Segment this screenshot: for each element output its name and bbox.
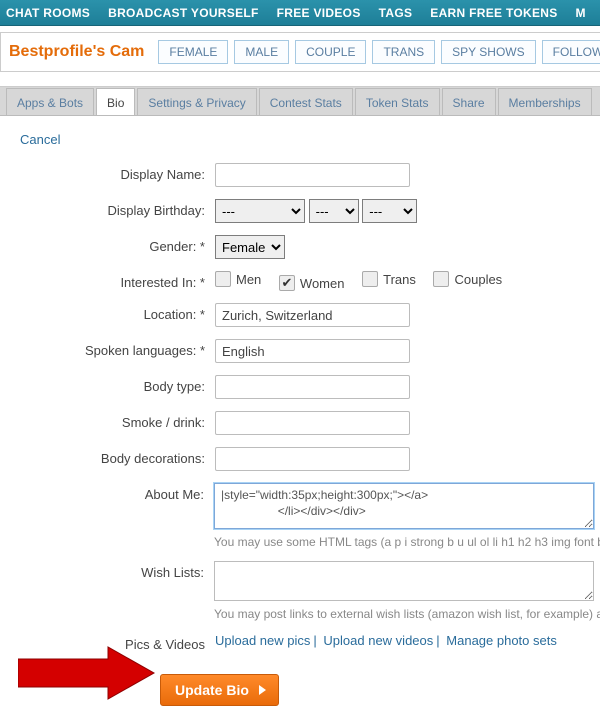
checkbox-label-women: Women (300, 276, 345, 291)
checkbox-couples[interactable] (433, 271, 449, 287)
cam-header: Bestprofile's Cam FEMALE MALE COUPLE TRA… (0, 32, 600, 72)
tab-apps-bots[interactable]: Apps & Bots (6, 88, 94, 116)
checkbox-label-trans: Trans (383, 272, 416, 287)
label-wish-lists: Wish Lists: (0, 561, 214, 580)
display-name-input[interactable] (215, 163, 410, 187)
pill-followed[interactable]: FOLLOWED (542, 40, 600, 64)
birthday-year-select[interactable]: --- (362, 199, 417, 223)
label-gender: Gender: * (0, 235, 215, 254)
nav-more[interactable]: M (576, 6, 586, 20)
pill-female[interactable]: FEMALE (158, 40, 228, 64)
checkbox-men[interactable] (215, 271, 231, 287)
arrow-icon (18, 645, 158, 701)
label-interested-in: Interested In: * (0, 271, 215, 290)
nav-broadcast-yourself[interactable]: BROADCAST YOURSELF (108, 6, 259, 20)
nav-chat-rooms[interactable]: CHAT ROOMS (6, 6, 90, 20)
tab-memberships[interactable]: Memberships (498, 88, 592, 116)
smoke-drink-input[interactable] (215, 411, 410, 435)
checkbox-label-couples: Couples (454, 272, 502, 287)
nav-tags[interactable]: TAGS (379, 6, 413, 20)
upload-videos-link[interactable]: Upload new videos (323, 633, 433, 648)
bio-form: Display Name: Display Birthday: --- --- … (0, 163, 600, 706)
label-about-me: About Me: (0, 483, 214, 502)
tab-settings-privacy[interactable]: Settings & Privacy (137, 88, 256, 116)
label-smoke-drink: Smoke / drink: (0, 411, 215, 430)
tab-token-stats[interactable]: Token Stats (355, 88, 440, 116)
cam-title: Bestprofile's Cam (9, 43, 144, 61)
checkbox-trans[interactable] (362, 271, 378, 287)
label-display-name: Display Name: (0, 163, 215, 182)
body-type-input[interactable] (215, 375, 410, 399)
checkbox-label-men: Men (236, 272, 261, 287)
tab-contest-stats[interactable]: Contest Stats (259, 88, 353, 116)
pill-couple[interactable]: COUPLE (295, 40, 366, 64)
update-bio-button[interactable]: Update Bio (160, 674, 279, 706)
nav-free-videos[interactable]: FREE VIDEOS (277, 6, 361, 20)
chevron-right-icon (259, 685, 266, 695)
birthday-month-select[interactable]: --- (215, 199, 305, 223)
about-me-hint: You may use some HTML tags (a p i strong… (214, 535, 600, 549)
label-body-decorations: Body decorations: (0, 447, 215, 466)
nav-earn-free-tokens[interactable]: EARN FREE TOKENS (430, 6, 557, 20)
gender-select[interactable]: Female (215, 235, 285, 259)
tabs: Apps & Bots Bio Settings & Privacy Conte… (0, 86, 600, 116)
pill-male[interactable]: MALE (234, 40, 289, 64)
upload-pics-link[interactable]: Upload new pics (215, 633, 310, 648)
wish-lists-hint: You may post links to external wish list… (214, 607, 600, 621)
tab-share[interactable]: Share (442, 88, 496, 116)
label-spoken-languages: Spoken languages: * (0, 339, 215, 358)
pill-trans[interactable]: TRANS (372, 40, 435, 64)
checkbox-women[interactable]: ✔ (279, 275, 295, 291)
manage-photo-sets-link[interactable]: Manage photo sets (446, 633, 557, 648)
location-input[interactable] (215, 303, 410, 327)
cancel-link[interactable]: Cancel (20, 132, 60, 147)
pill-spy-shows[interactable]: SPY SHOWS (441, 40, 535, 64)
about-me-textarea[interactable] (214, 483, 594, 529)
top-nav: CHAT ROOMS BROADCAST YOURSELF FREE VIDEO… (0, 0, 600, 26)
body-decorations-input[interactable] (215, 447, 410, 471)
update-bio-label: Update Bio (175, 682, 249, 698)
pics-videos-links: Upload new pics| Upload new videos| Mana… (215, 633, 600, 648)
label-location: Location: * (0, 303, 215, 322)
tab-bio[interactable]: Bio (96, 88, 135, 116)
birthday-day-select[interactable]: --- (309, 199, 359, 223)
spoken-languages-input[interactable] (215, 339, 410, 363)
wish-lists-textarea[interactable] (214, 561, 594, 601)
label-display-birthday: Display Birthday: (0, 199, 215, 218)
label-body-type: Body type: (0, 375, 215, 394)
